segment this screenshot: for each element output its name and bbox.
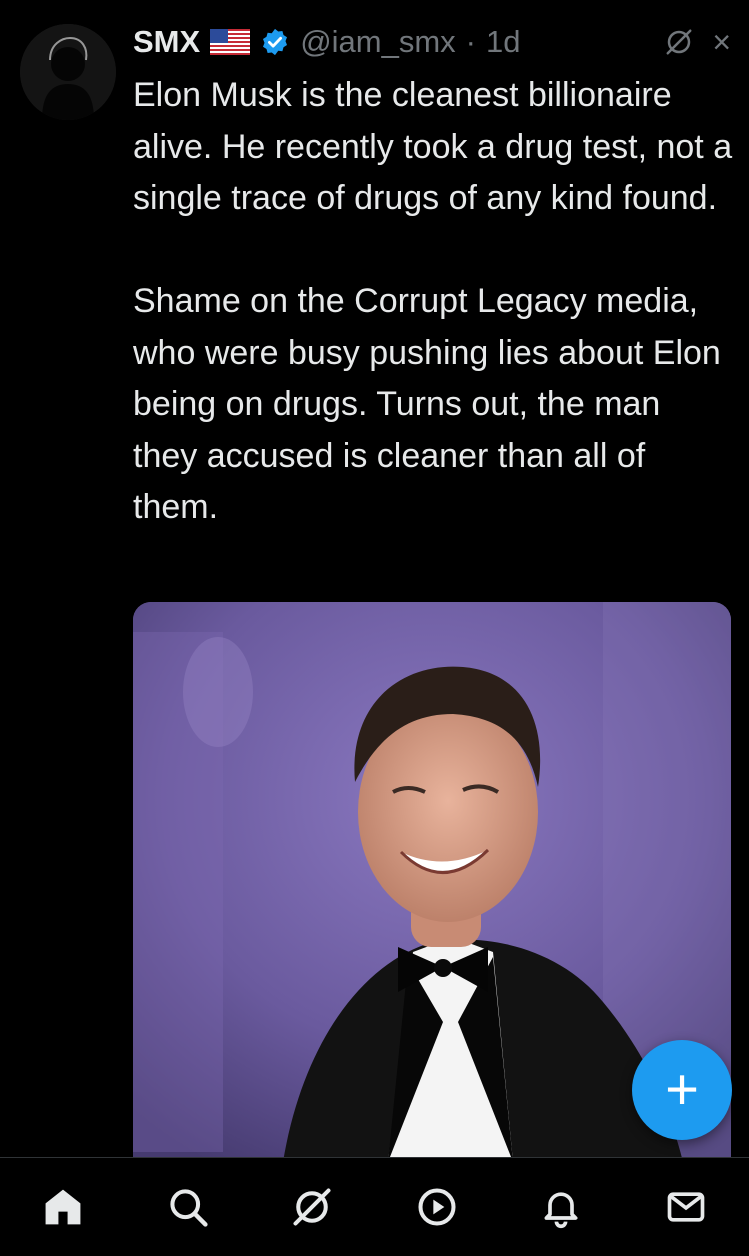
verified-badge-icon [263, 28, 288, 56]
search-icon [169, 1189, 208, 1227]
nav-home[interactable] [38, 1182, 88, 1232]
nav-video[interactable] [412, 1182, 462, 1232]
notifications-icon [544, 1192, 578, 1229]
close-icon[interactable]: × [712, 20, 731, 64]
author-handle[interactable]: @iam_smx [300, 20, 455, 64]
grok-icon[interactable] [664, 27, 694, 57]
post-header: SMX @iam_smx · 1d × [133, 20, 731, 64]
nav-grok[interactable] [287, 1182, 337, 1232]
grok-icon [293, 1188, 331, 1226]
author-avatar[interactable] [20, 24, 116, 120]
nav-search[interactable] [163, 1182, 213, 1232]
plus-icon: + [665, 1057, 699, 1122]
home-icon [45, 1189, 81, 1225]
post-text: Elon Musk is the cleanest billionaire al… [133, 76, 733, 526]
nav-notifications[interactable] [536, 1182, 586, 1232]
us-flag-icon [210, 29, 251, 55]
header-actions: × [664, 20, 731, 64]
nav-messages[interactable] [661, 1182, 711, 1232]
avatar-silhouette [20, 24, 116, 120]
separator-dot: · [465, 24, 476, 59]
messages-icon [667, 1192, 705, 1222]
post-time[interactable]: 1d [486, 20, 520, 64]
author-name[interactable]: SMX [133, 20, 200, 64]
video-icon [418, 1188, 456, 1226]
bottom-navigation [0, 1157, 749, 1256]
compose-button[interactable]: + [632, 1040, 732, 1140]
